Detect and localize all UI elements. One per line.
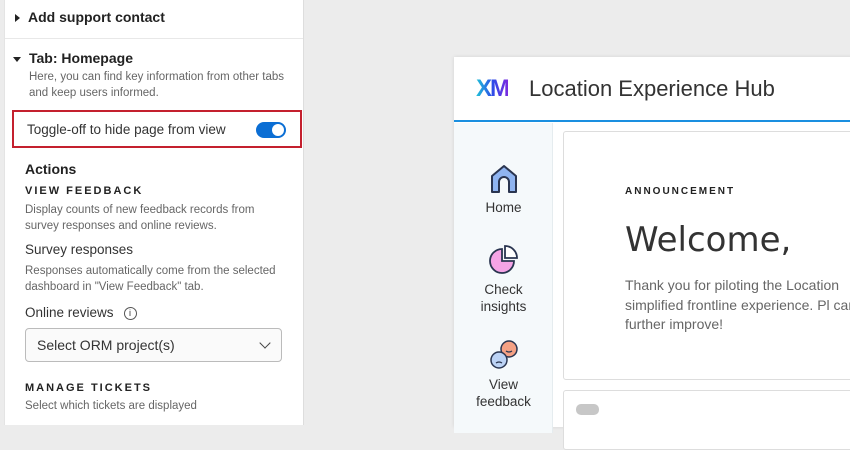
online-reviews-text: Online reviews <box>25 305 114 320</box>
chevron-down-icon <box>259 337 271 349</box>
preview-header: XM Location Experience Hub <box>454 57 850 122</box>
caret-down-icon <box>13 56 21 62</box>
xm-logo: XM <box>476 74 510 102</box>
toggle-row: Toggle-off to hide page from view <box>12 110 302 148</box>
view-feedback-heading: VIEW FEEDBACK <box>25 185 144 197</box>
info-icon[interactable]: i <box>123 306 137 320</box>
manage-tickets-heading: MANAGE TICKETS <box>25 382 152 394</box>
tab-description: Here, you can find key information from … <box>29 71 285 99</box>
announcement-card: ANNOUNCEMENT Welcome, Thank you for pilo… <box>563 131 850 380</box>
manage-tickets-description: Select which tickets are displayed <box>25 400 197 412</box>
secondary-card <box>563 390 850 450</box>
section-title: Tab: Homepage <box>29 50 133 66</box>
welcome-heading: Welcome, <box>625 220 792 260</box>
nav-view-feedback[interactable]: View feedback <box>454 338 553 410</box>
preview-nav: Home Check insights View feedback <box>454 123 553 433</box>
view-feedback-description: Display counts of new feedback records f… <box>25 204 255 232</box>
preview-title: Location Experience Hub <box>529 75 775 101</box>
nav-label: View feedback <box>476 377 531 409</box>
hide-page-toggle[interactable] <box>256 122 286 138</box>
section-title: Add support contact <box>28 9 165 25</box>
feedback-faces-icon <box>489 340 518 369</box>
survey-description: Responses automatically come from the se… <box>25 265 276 293</box>
caret-right-icon <box>15 14 20 23</box>
announcement-label: ANNOUNCEMENT <box>625 186 736 197</box>
hub-preview: XM Location Experience Hub Home Check in… <box>454 57 850 450</box>
settings-panel: Add support contact Tab: Homepage Here, … <box>4 0 304 425</box>
orm-project-select[interactable]: Select ORM project(s) <box>25 328 282 362</box>
online-reviews-label: Online reviews i <box>25 305 137 320</box>
placeholder-pill <box>576 404 599 415</box>
announcement-body: Thank you for piloting the Location simp… <box>625 277 850 332</box>
nav-label: Home <box>485 200 522 215</box>
tab-homepage-section[interactable]: Tab: Homepage <box>13 50 133 66</box>
toggle-label: Toggle-off to hide page from view <box>27 122 226 137</box>
nav-check-insights[interactable]: Check insights <box>454 243 553 315</box>
nav-label: Check insights <box>480 282 527 314</box>
divider <box>5 38 303 39</box>
actions-heading: Actions <box>25 161 77 177</box>
add-support-contact-section[interactable]: Add support contact <box>15 9 165 25</box>
nav-home[interactable]: Home <box>454 163 553 216</box>
pie-chart-icon <box>488 245 518 274</box>
home-icon <box>490 165 517 193</box>
survey-responses-label: Survey responses <box>25 242 134 257</box>
select-value: Select ORM project(s) <box>37 337 175 353</box>
